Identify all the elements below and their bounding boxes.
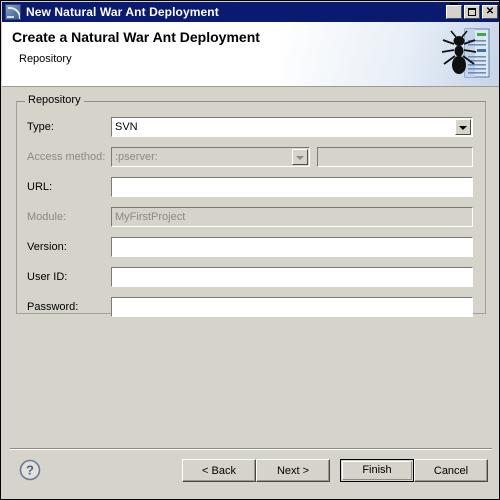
wizard-window-icon — [5, 4, 21, 20]
version-input[interactable] — [111, 237, 473, 257]
label-module: Module: — [27, 211, 67, 223]
row-user-id: User ID: — [17, 266, 485, 288]
window-controls: ✕ — [446, 3, 498, 19]
dialog-body: Repository Type: SVN Access method: :pse… — [2, 88, 499, 498]
chevron-down-icon[interactable] — [455, 119, 471, 135]
row-type: Type: SVN — [17, 116, 485, 138]
ant-deployment-icon — [441, 28, 490, 78]
wizard-dialog-window: New Natural War Ant Deployment ✕ Create … — [0, 0, 500, 500]
repository-group: Repository Type: SVN Access method: :pse… — [16, 94, 486, 317]
row-access-method: Access method: :pserver: — [17, 146, 485, 168]
chevron-down-icon — [292, 149, 308, 165]
finish-button[interactable]: Finish — [340, 459, 414, 482]
access-method-host-field — [317, 147, 473, 167]
page-title: Create a Natural War Ant Deployment — [12, 29, 260, 45]
page-subtitle: Repository — [19, 53, 72, 65]
row-module: Module: MyFirstProject — [17, 206, 485, 228]
title-bar: New Natural War Ant Deployment ✕ — [2, 2, 499, 22]
close-button[interactable]: ✕ — [482, 5, 498, 19]
type-combo[interactable]: SVN — [111, 117, 473, 137]
label-user-id: User ID: — [27, 271, 68, 283]
row-password: Password: — [17, 296, 485, 318]
finish-button-label: Finish — [342, 461, 412, 480]
access-method-combo-value: :pserver: — [115, 151, 158, 163]
module-input-value: MyFirstProject — [115, 211, 186, 223]
wizard-header: Create a Natural War Ant Deployment Repo… — [2, 22, 499, 87]
button-row: < Back Next > Finish Cancel — [182, 459, 488, 482]
user-id-input[interactable] — [111, 267, 473, 287]
svg-text:?: ? — [26, 463, 34, 478]
cancel-button[interactable]: Cancel — [414, 459, 488, 482]
label-url: URL: — [27, 181, 53, 193]
window-title: New Natural War Ant Deployment — [26, 5, 219, 19]
url-input[interactable] — [111, 177, 473, 197]
type-combo-value: SVN — [115, 121, 138, 133]
repository-group-label: Repository — [25, 94, 84, 106]
row-version: Version: — [17, 236, 485, 258]
access-method-combo: :pserver: — [111, 147, 310, 167]
row-url: URL: — [17, 176, 485, 198]
label-version: Version: — [27, 241, 67, 253]
maximize-button[interactable] — [464, 5, 480, 19]
next-button[interactable]: Next > — [256, 459, 330, 482]
label-password: Password: — [27, 301, 79, 313]
minimize-button[interactable] — [446, 3, 462, 19]
help-question-icon[interactable]: ? — [19, 459, 41, 481]
close-icon: ✕ — [485, 6, 495, 17]
password-input[interactable] — [111, 297, 473, 317]
module-input: MyFirstProject — [111, 207, 473, 227]
label-type: Type: — [27, 121, 54, 133]
back-button[interactable]: < Back — [182, 459, 256, 482]
label-access-method: Access method: — [27, 151, 106, 163]
footer-divider — [10, 448, 492, 450]
